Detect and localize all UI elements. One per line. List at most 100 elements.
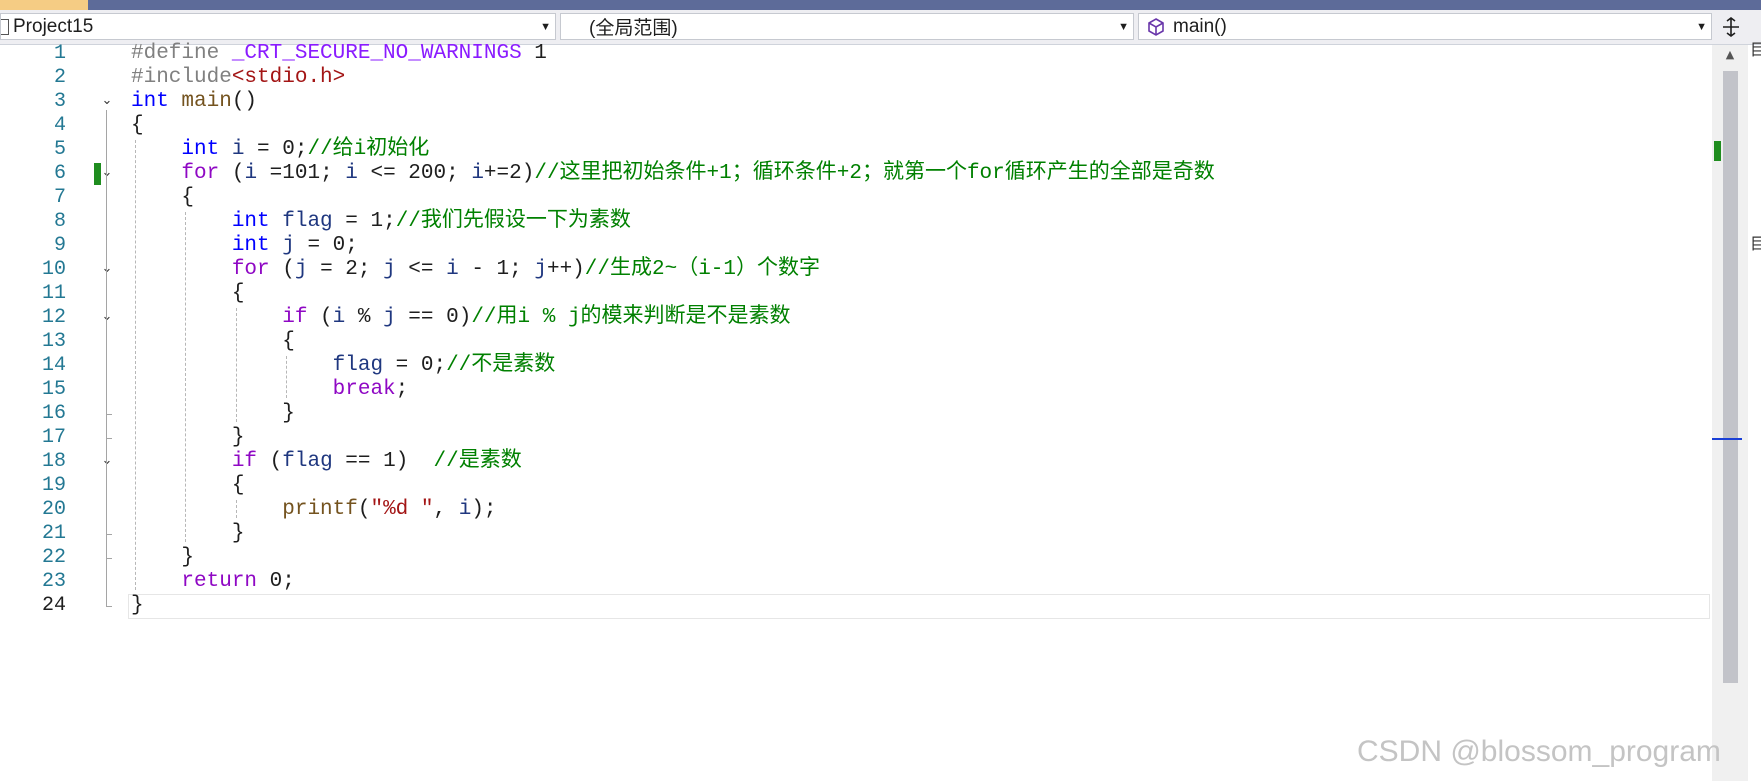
- watermark: CSDN @blossom_program: [1357, 735, 1721, 768]
- fold-bracket-line: [106, 470, 107, 534]
- code-line[interactable]: 14 flag = 0;//不是素数: [0, 352, 1712, 379]
- code-token: j: [294, 258, 308, 281]
- active-tab-strip[interactable]: [0, 0, 88, 10]
- code-line[interactable]: 17 }: [0, 424, 1712, 451]
- indent-guide: [185, 212, 187, 542]
- split-view-icon[interactable]: [1718, 13, 1744, 40]
- project-file-icon: [1, 18, 9, 35]
- code-token: <stdio.h>: [231, 66, 346, 89]
- scrollbar-thumb[interactable]: [1723, 71, 1738, 683]
- code-text: }: [131, 592, 144, 619]
- line-number: 16: [41, 402, 66, 425]
- member-dropdown[interactable]: main() ▼: [1138, 13, 1712, 40]
- code-line[interactable]: 6 ⌄ for (i =101; i <= 200; i+=2)//这里把初始条件…: [0, 160, 1712, 187]
- code-token: i: [471, 162, 484, 185]
- code-token: int: [131, 90, 169, 113]
- line-number: 22: [41, 546, 66, 569]
- code-token: }: [131, 402, 295, 425]
- code-token: = 0;: [294, 234, 358, 257]
- code-token: (: [357, 498, 371, 521]
- code-text: #include<stdio.h>: [131, 64, 345, 91]
- code-line[interactable]: 8 int flag = 1;//我们先假设一下为素数: [0, 208, 1712, 235]
- chevron-down-icon[interactable]: ⌄: [100, 94, 114, 108]
- code-token: ;: [395, 378, 409, 401]
- code-line[interactable]: 24}: [0, 592, 1712, 619]
- code-token: (: [219, 162, 245, 185]
- code-line[interactable]: 4{: [0, 112, 1712, 139]
- code-token: {: [131, 186, 195, 209]
- code-line[interactable]: 15 break;: [0, 376, 1712, 403]
- code-token: 0;: [257, 570, 295, 593]
- fold-bracket-end: [106, 534, 112, 535]
- project-dropdown[interactable]: Project15 ▼: [0, 13, 556, 40]
- code-line[interactable]: 12 ⌄ if (i % j == 0)//用i % j的模来判断是不是素数: [0, 304, 1712, 331]
- code-line[interactable]: 3 ⌄ int main(): [0, 88, 1712, 115]
- scope-dropdown[interactable]: (全局范围) ▼: [560, 13, 1134, 40]
- code-line[interactable]: 5 int i = 0;//给i初始化: [0, 136, 1712, 163]
- code-text: for (j = 2; j <= i - 1; j++)//生成2~（i-1）个…: [131, 256, 820, 283]
- code-line[interactable]: 7 {: [0, 184, 1712, 211]
- fold-bracket-end: [106, 606, 112, 607]
- code-token: j: [383, 258, 396, 281]
- code-editor[interactable]: 1 #define _CRT_SECURE_NO_WARNINGS 1 2 #incl…: [0, 42, 1712, 781]
- code-line[interactable]: 18 ⌄ if (flag == 1) //是素数: [0, 448, 1712, 475]
- code-line[interactable]: 23 return 0;: [0, 568, 1712, 595]
- code-token: i: [244, 162, 258, 185]
- code-token: if: [231, 450, 258, 473]
- code-line[interactable]: 21 }: [0, 520, 1712, 547]
- code-token: printf: [282, 498, 358, 521]
- code-token: <=: [395, 258, 447, 281]
- title-strip: [0, 0, 1761, 10]
- indent-guide: [235, 308, 237, 422]
- code-line[interactable]: 2 #include<stdio.h>: [0, 64, 1712, 91]
- code-line[interactable]: 19 {: [0, 472, 1712, 499]
- dropdown-arrow-icon[interactable]: ▼: [1118, 14, 1129, 39]
- code-token: = 1;: [332, 210, 396, 233]
- code-text: break;: [131, 376, 409, 403]
- dropdown-arrow-icon[interactable]: ▼: [540, 14, 551, 39]
- code-token: int: [181, 138, 220, 161]
- chevron-down-icon[interactable]: ⌄: [100, 310, 114, 324]
- code-text: for (i =101; i <= 200; i+=2)//这里把初始条件+1；…: [131, 160, 1214, 187]
- code-token: if: [282, 306, 308, 329]
- scope-dropdown-label: (全局范围): [589, 18, 678, 39]
- line-number: 9: [53, 234, 66, 257]
- line-number: 4: [53, 114, 66, 137]
- line-number: 2: [53, 66, 66, 89]
- code-line[interactable]: 13 {: [0, 328, 1712, 355]
- code-line[interactable]: 11 {: [0, 280, 1712, 307]
- code-line[interactable]: 10 ⌄ for (j = 2; j <= i - 1; j++)//生成2~（i…: [0, 256, 1712, 283]
- code-token: j: [282, 234, 295, 257]
- indent-guide: [235, 500, 237, 518]
- code-token: //用i % j的模来判断是不是素数: [471, 306, 791, 329]
- side-panel-edge-glyph: 目: [1750, 234, 1761, 253]
- fold-bracket-end: [106, 414, 112, 415]
- code-token: (): [231, 90, 258, 113]
- code-token: }: [131, 594, 144, 617]
- code-token: {: [131, 114, 144, 137]
- code-line[interactable]: 20 printf("%d ", i);: [0, 496, 1712, 523]
- code-token: //生成2~（i-1）个数字: [584, 258, 820, 281]
- code-token: main: [168, 90, 232, 113]
- code-token: = 0;: [244, 138, 308, 161]
- code-token: //给i初始化: [307, 138, 430, 161]
- code-line[interactable]: 16 }: [0, 400, 1712, 427]
- dropdown-arrow-icon[interactable]: ▼: [1696, 14, 1707, 39]
- code-token: i: [345, 162, 358, 185]
- code-line[interactable]: 9 int j = 0;: [0, 232, 1712, 259]
- code-token: (: [269, 258, 295, 281]
- scroll-up-arrow-icon[interactable]: ▲: [1712, 47, 1748, 63]
- code-line[interactable]: 22 }: [0, 544, 1712, 571]
- code-token: {: [131, 330, 295, 353]
- code-token: <= 200;: [357, 162, 472, 185]
- chevron-down-icon[interactable]: ⌄: [100, 454, 114, 468]
- chevron-down-icon[interactable]: ⌄: [100, 166, 114, 180]
- code-line[interactable]: 1 #define _CRT_SECURE_NO_WARNINGS 1: [0, 40, 1712, 67]
- chevron-down-icon[interactable]: ⌄: [100, 262, 114, 276]
- line-number: 20: [41, 498, 66, 521]
